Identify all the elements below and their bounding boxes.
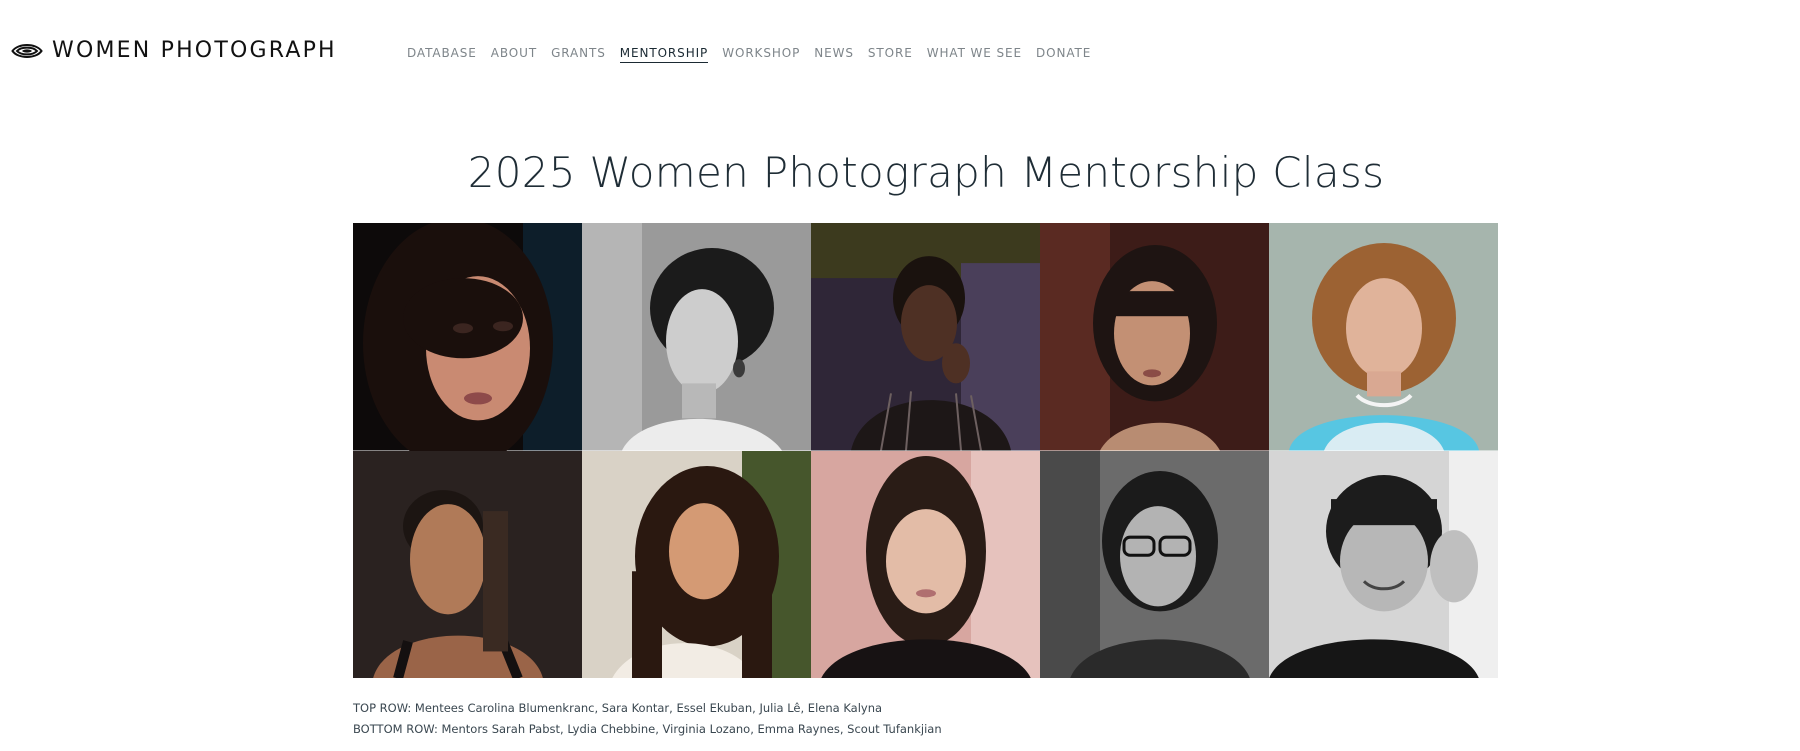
portrait-photo xyxy=(353,223,582,451)
nav-database[interactable]: DATABASE xyxy=(407,46,477,63)
portrait-photo xyxy=(1269,223,1498,451)
page-title: 2025 Women Photograph Mentorship Class xyxy=(467,148,1385,197)
eye-icon xyxy=(11,43,43,58)
nav-workshop[interactable]: WORKSHOP xyxy=(722,46,800,63)
nav-donate[interactable]: DONATE xyxy=(1036,46,1091,63)
main-nav: DATABASE ABOUT GRANTS MENTORSHIP WORKSHO… xyxy=(407,46,1091,63)
portrait-photo xyxy=(353,450,582,678)
site-header: WOMEN PHOTOGRAPH DATABASE ABOUT GRANTS M… xyxy=(0,0,1800,110)
portrait-photo xyxy=(582,450,811,678)
nav-news[interactable]: NEWS xyxy=(814,46,854,63)
nav-about[interactable]: ABOUT xyxy=(491,46,537,63)
site-logo[interactable]: WOMEN PHOTOGRAPH xyxy=(11,38,337,63)
caption-bottom-row: BOTTOM ROW: Mentors Sarah Pabst, Lydia C… xyxy=(353,722,942,736)
portrait-photo xyxy=(811,223,1040,451)
caption-top-row: TOP ROW: Mentees Carolina Blumenkranc, S… xyxy=(353,701,883,715)
portrait-photo xyxy=(811,450,1040,678)
nav-grants[interactable]: GRANTS xyxy=(551,46,606,63)
portrait-photo xyxy=(1269,450,1498,678)
photo-caption: TOP ROW: Mentees Carolina Blumenkranc, S… xyxy=(353,698,942,740)
portrait-photo xyxy=(582,223,811,451)
nav-mentorship[interactable]: MENTORSHIP xyxy=(619,46,709,63)
portrait-photo xyxy=(1040,450,1269,678)
nav-what-we-see[interactable]: WHAT WE SEE xyxy=(927,46,1022,63)
portrait-grid xyxy=(353,223,1498,678)
logo-text: WOMEN PHOTOGRAPH xyxy=(52,38,337,63)
nav-store[interactable]: STORE xyxy=(868,46,913,63)
portrait-photo xyxy=(1040,223,1269,451)
